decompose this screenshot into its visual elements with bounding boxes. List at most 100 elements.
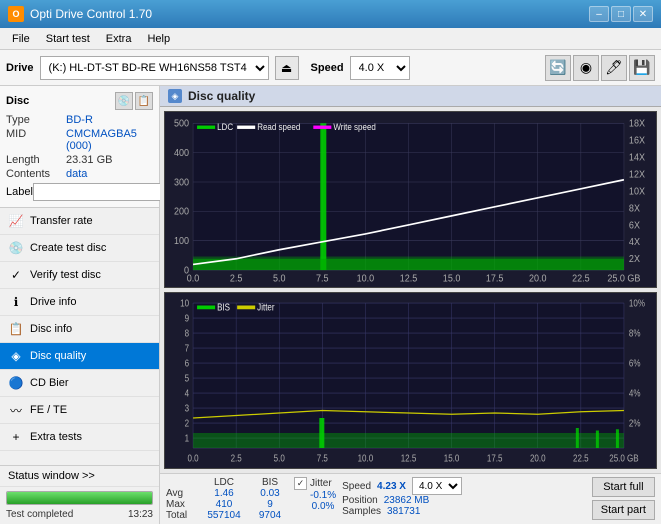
content-header: ◈ Disc quality: [160, 86, 661, 107]
sidebar-item-extra-tests[interactable]: + Extra tests: [0, 424, 159, 451]
write-button[interactable]: 🖊: [601, 55, 627, 81]
empty-header: [166, 477, 198, 488]
samples-row: Samples 381731: [342, 506, 462, 517]
svg-text:8X: 8X: [629, 203, 641, 215]
charts-area: 500 400 300 200 100 0 18X 16X 14X 12X 10…: [160, 107, 661, 473]
drive-select[interactable]: (K:) HL-DT-ST BD-RE WH16NS58 TST4: [40, 56, 269, 80]
svg-text:9: 9: [185, 313, 189, 324]
drive-label: Drive: [6, 62, 34, 74]
speed-dropdown[interactable]: 4.0 X: [412, 477, 462, 495]
position-label: Position: [342, 495, 378, 506]
menu-file[interactable]: File: [4, 28, 38, 49]
svg-text:2.5: 2.5: [230, 273, 243, 285]
svg-text:16X: 16X: [629, 135, 646, 147]
svg-text:0.0: 0.0: [187, 453, 198, 464]
sidebar-item-create-test-disc[interactable]: 💿 Create test disc: [0, 235, 159, 262]
start-part-button[interactable]: Start part: [592, 500, 655, 520]
sidebar-item-disc-info[interactable]: 📋 Disc info: [0, 316, 159, 343]
refresh-button[interactable]: 🔄: [545, 55, 571, 81]
sidebar-item-label: Create test disc: [30, 242, 106, 254]
svg-text:Read speed: Read speed: [257, 122, 300, 133]
disc-mid-value: CMCMAGBA5 (000): [66, 128, 153, 152]
svg-text:5.0: 5.0: [273, 273, 286, 285]
total-bis: 9704: [250, 510, 290, 521]
disc-type-label: Type: [6, 114, 66, 126]
sidebar-item-fe-te[interactable]: 〰 FE / TE: [0, 397, 159, 424]
svg-text:14X: 14X: [629, 152, 646, 164]
stats-table: LDC BIS Avg 1.46 0.03 Max 410 9 Total: [166, 477, 290, 521]
sidebar-item-cd-bier[interactable]: 🔵 CD Bier: [0, 370, 159, 397]
total-label: Total: [166, 510, 198, 521]
svg-text:Write speed: Write speed: [333, 122, 376, 133]
main-layout: Disc 💿 📋 Type BD-R MID CMCMAGBA5 (000) L…: [0, 86, 661, 524]
disc-length-value: 23.31 GB: [66, 154, 153, 166]
disc-length-row: Length 23.31 GB: [6, 154, 153, 166]
eject-button[interactable]: ⏏: [275, 56, 299, 80]
max-label: Max: [166, 499, 198, 510]
app-icon: O: [8, 6, 24, 22]
save-button[interactable]: 💾: [629, 55, 655, 81]
window-controls: – □ ✕: [589, 6, 653, 22]
titlebar: O Opti Drive Control 1.70 – □ ✕: [0, 0, 661, 28]
disc-label-row: Label ⭐: [6, 183, 153, 201]
sidebar-item-verify-test-disc[interactable]: ✓ Verify test disc: [0, 262, 159, 289]
status-window-button[interactable]: Status window >>: [0, 466, 159, 487]
data-bar: LDC BIS Avg 1.46 0.03 Max 410 9 Total: [160, 473, 661, 524]
sidebar-item-label: Disc quality: [30, 350, 86, 362]
svg-text:25.0 GB: 25.0 GB: [607, 273, 640, 285]
sidebar-item-transfer-rate[interactable]: 📈 Transfer rate: [0, 208, 159, 235]
nav-items: 📈 Transfer rate 💿 Create test disc ✓ Ver…: [0, 208, 159, 465]
top-chart: 500 400 300 200 100 0 18X 16X 14X 12X 10…: [164, 111, 657, 288]
menu-start-test[interactable]: Start test: [38, 28, 98, 49]
sidebar-item-label: Disc info: [30, 323, 72, 335]
drive-info-icon: ℹ: [8, 294, 24, 310]
disc-label-input[interactable]: [33, 183, 171, 201]
start-full-button[interactable]: Start full: [592, 477, 655, 497]
disc-label-key: Label: [6, 186, 33, 198]
svg-text:15.0: 15.0: [444, 453, 460, 464]
svg-text:7.5: 7.5: [317, 453, 328, 464]
progress-bar-fill: [7, 492, 152, 504]
top-chart-svg: 500 400 300 200 100 0 18X 16X 14X 12X 10…: [165, 112, 656, 287]
menu-help[interactable]: Help: [139, 28, 178, 49]
svg-text:400: 400: [174, 148, 189, 160]
verify-test-disc-icon: ✓: [8, 267, 24, 283]
speed-select[interactable]: 4.0 X: [350, 56, 410, 80]
svg-text:12.5: 12.5: [400, 273, 418, 285]
disc-icon-1[interactable]: 💿: [115, 92, 133, 110]
stats-header: LDC BIS: [166, 477, 290, 488]
close-button[interactable]: ✕: [633, 6, 653, 22]
disc-contents-label: Contents: [6, 168, 66, 180]
jitter-section: ✓ Jitter -0.1% 0.0%: [294, 477, 336, 512]
sidebar-item-label: Transfer rate: [30, 215, 93, 227]
fe-te-icon: 〰: [8, 402, 24, 418]
samples-label: Samples: [342, 506, 381, 517]
svg-text:2%: 2%: [629, 418, 641, 429]
disc-panel: Disc 💿 📋 Type BD-R MID CMCMAGBA5 (000) L…: [0, 86, 159, 208]
svg-text:10X: 10X: [629, 186, 646, 198]
disc-panel-header: Disc 💿 📋: [6, 92, 153, 110]
svg-text:15.0: 15.0: [443, 273, 461, 285]
speed-val: 4.23 X: [377, 481, 406, 492]
svg-text:5.0: 5.0: [274, 453, 285, 464]
svg-text:300: 300: [174, 177, 189, 189]
menu-extra[interactable]: Extra: [98, 28, 140, 49]
svg-text:6X: 6X: [629, 220, 641, 232]
disc-type-row: Type BD-R: [6, 114, 153, 126]
svg-text:4: 4: [185, 388, 189, 399]
minimize-button[interactable]: –: [589, 6, 609, 22]
menubar: File Start test Extra Help: [0, 28, 661, 50]
svg-text:2.5: 2.5: [231, 453, 242, 464]
speed-position-section: Speed 4.23 X 4.0 X Position 23862 MB Sam…: [342, 477, 462, 517]
sidebar-item-drive-info[interactable]: ℹ Drive info: [0, 289, 159, 316]
jitter-checkbox[interactable]: ✓: [294, 477, 307, 490]
disc-button[interactable]: ◉: [573, 55, 599, 81]
sidebar-item-disc-quality[interactable]: ◈ Disc quality: [0, 343, 159, 370]
extra-tests-icon: +: [8, 429, 24, 445]
cd-bier-icon: 🔵: [8, 375, 24, 391]
disc-quality-icon: ◈: [8, 348, 24, 364]
disc-icon-2[interactable]: 📋: [135, 92, 153, 110]
svg-text:20.0: 20.0: [530, 453, 546, 464]
speed-label: Speed: [311, 62, 344, 74]
maximize-button[interactable]: □: [611, 6, 631, 22]
